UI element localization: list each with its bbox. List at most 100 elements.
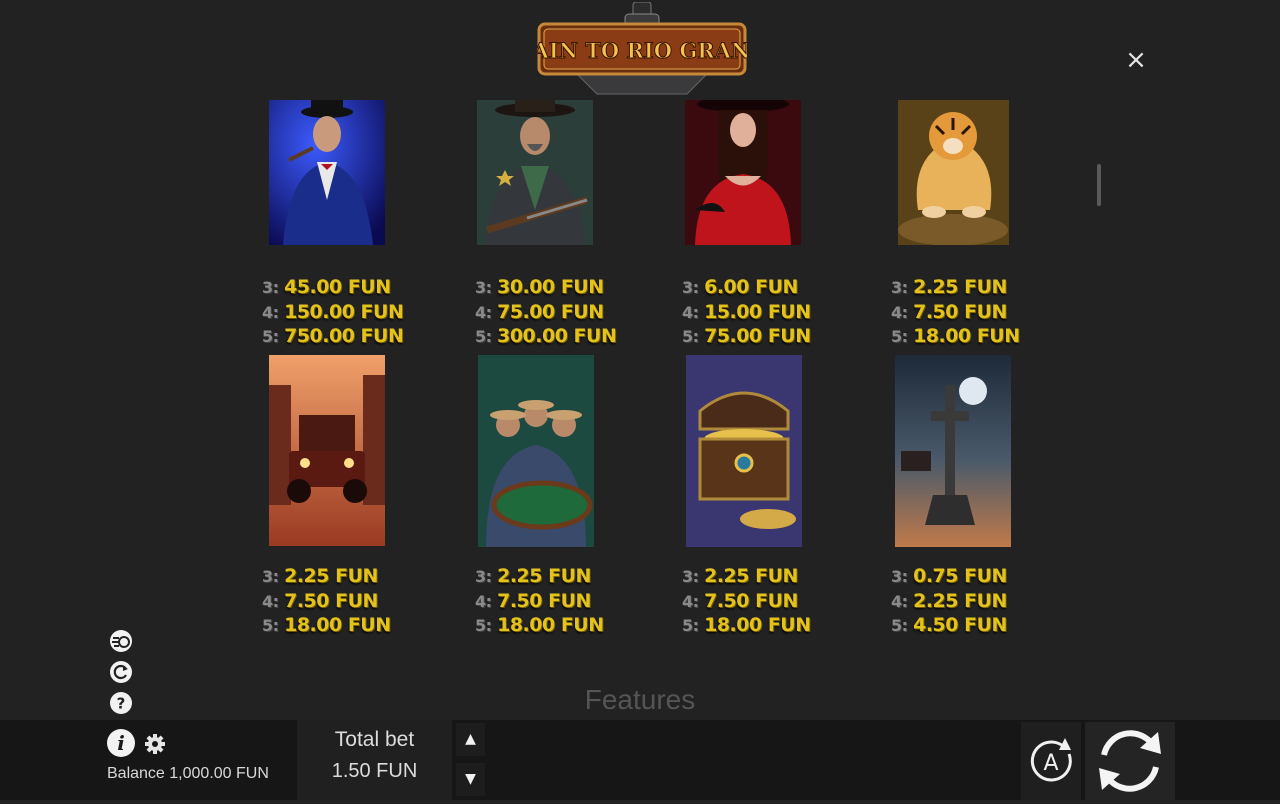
payouts-treasure-chest: 3: 2.25 FUN 4: 7.50 FUN 5: 18.00 FUN: [682, 564, 862, 638]
payout-count: 3:: [262, 567, 279, 586]
payouts-lady: 3: 6.00 FUN 4: 15.00 FUN 5: 75.00 FUN: [682, 275, 862, 349]
total-bet-value: 1.50 FUN: [331, 760, 418, 782]
payout-row: 4: 7.50 FUN: [475, 589, 655, 614]
payouts-gentleman: 3: 45.00 FUN 4: 150.00 FUN 5: 750.00 FUN: [262, 275, 442, 349]
payout-row: 3: 2.25 FUN: [262, 564, 442, 589]
autoplay-label: A: [1043, 751, 1058, 776]
payouts-tiger: 3: 2.25 FUN 4: 7.50 FUN 5: 18.00 FUN: [891, 275, 1071, 349]
payout-row: 5: 18.00 FUN: [682, 613, 862, 638]
payouts-grave-cross: 3: 0.75 FUN 4: 2.25 FUN 5: 4.50 FUN: [891, 564, 1071, 638]
payout-row: 5: 75.00 FUN: [682, 324, 862, 349]
payout-value: 300.00 FUN: [497, 325, 617, 347]
payout-count: 3:: [891, 567, 908, 586]
payout-value: 2.25 FUN: [704, 565, 798, 587]
payout-row: 3: 45.00 FUN: [262, 275, 442, 300]
payout-value: 18.00 FUN: [913, 325, 1020, 347]
symbol-grave-cross: [895, 355, 1011, 547]
payout-count: 3:: [475, 278, 492, 297]
payout-row: 5: 18.00 FUN: [262, 613, 442, 638]
close-button[interactable]: ×: [1124, 47, 1148, 73]
symbol-sheriff: [477, 100, 593, 245]
gear-icon[interactable]: [144, 733, 166, 755]
paytable[interactable]: 3: 45.00 FUN 4: 150.00 FUN 5: 750.00 FUN…: [200, 100, 1080, 720]
payout-count: 4:: [475, 591, 492, 611]
payout-value: 18.00 FUN: [497, 614, 604, 636]
symbol-car: [269, 355, 385, 546]
autoplay-button[interactable]: A: [1021, 722, 1081, 800]
svg-text:i: i: [117, 731, 125, 755]
payouts-poker-table: 3: 2.25 FUN 4: 7.50 FUN 5: 18.00 FUN: [475, 564, 655, 638]
payout-count: 3:: [682, 278, 699, 297]
payout-row: 4: 75.00 FUN: [475, 300, 655, 325]
speed-icon[interactable]: [109, 629, 133, 653]
payout-count: 5:: [891, 616, 908, 635]
spin-icon: [1099, 730, 1161, 792]
symbol-gentleman: [269, 100, 385, 245]
payout-row: 4: 7.50 FUN: [262, 589, 442, 614]
payout-count: 5:: [475, 327, 492, 346]
payout-row: 3: 2.25 FUN: [475, 564, 655, 589]
payout-row: 4: 2.25 FUN: [891, 589, 1071, 614]
payout-count: 4:: [682, 302, 699, 322]
payout-value: 2.25 FUN: [913, 589, 1007, 612]
payout-row: 4: 15.00 FUN: [682, 300, 862, 325]
spin-button[interactable]: [1085, 722, 1175, 800]
total-bet-label: Total bet: [334, 728, 415, 751]
bet-increase-button[interactable]: ▲: [456, 723, 485, 756]
payout-count: 5:: [475, 616, 492, 635]
symbol-lady: [685, 100, 801, 245]
symbol-poker-table: [478, 355, 594, 547]
payout-value: 0.75 FUN: [913, 565, 1007, 587]
payout-count: 5:: [682, 616, 699, 635]
info-icon[interactable]: i: [106, 728, 136, 758]
symbol-treasure-chest: [686, 355, 802, 547]
payout-count: 5:: [262, 616, 279, 635]
balance-label: Balance: [107, 765, 165, 782]
payout-row: 3: 2.25 FUN: [891, 275, 1071, 300]
symbol-tiger: [898, 100, 1009, 245]
payout-value: 7.50 FUN: [913, 300, 1007, 323]
payout-value: 4.50 FUN: [913, 614, 1007, 636]
svg-text:?: ?: [117, 695, 126, 713]
payout-row: 5: 18.00 FUN: [891, 324, 1071, 349]
payout-row: 4: 7.50 FUN: [682, 589, 862, 614]
payout-value: 2.25 FUN: [497, 565, 591, 587]
payout-count: 5:: [262, 327, 279, 346]
payout-value: 30.00 FUN: [497, 276, 604, 298]
payout-value: 7.50 FUN: [497, 589, 591, 612]
payout-row: 5: 750.00 FUN: [262, 324, 442, 349]
features-heading: Features: [584, 684, 696, 715]
payout-row: 4: 7.50 FUN: [891, 300, 1071, 325]
payout-count: 3:: [891, 278, 908, 297]
payout-count: 5:: [891, 327, 908, 346]
game-logo: TRAIN TO RIO GRANDE: [499, 1, 785, 98]
payout-value: 75.00 FUN: [704, 325, 811, 347]
balance: Balance 1,000.00 FUN: [107, 765, 269, 783]
balance-value: 1,000.00 FUN: [169, 765, 269, 782]
payout-value: 15.00 FUN: [704, 300, 811, 323]
payouts-car: 3: 2.25 FUN 4: 7.50 FUN 5: 18.00 FUN: [262, 564, 442, 638]
payout-value: 7.50 FUN: [704, 589, 798, 612]
payout-value: 150.00 FUN: [284, 300, 404, 323]
scrollbar[interactable]: [1097, 164, 1101, 206]
logo-text: TRAIN TO RIO GRANDE: [537, 38, 747, 63]
payout-count: 5:: [682, 327, 699, 346]
payout-row: 3: 2.25 FUN: [682, 564, 862, 589]
payout-value: 750.00 FUN: [284, 325, 404, 347]
payout-row: 3: 6.00 FUN: [682, 275, 862, 300]
payout-value: 18.00 FUN: [284, 614, 391, 636]
payout-row: 3: 30.00 FUN: [475, 275, 655, 300]
payouts-sheriff: 3: 30.00 FUN 4: 75.00 FUN 5: 300.00 FUN: [475, 275, 655, 349]
payout-count: 3:: [475, 567, 492, 586]
help-icon[interactable]: ?: [109, 691, 133, 715]
replay-icon[interactable]: [109, 660, 133, 684]
payout-row: 3: 0.75 FUN: [891, 564, 1071, 589]
payout-value: 18.00 FUN: [704, 614, 811, 636]
payout-count: 4:: [475, 302, 492, 322]
payout-value: 7.50 FUN: [284, 589, 378, 612]
payout-count: 3:: [262, 278, 279, 297]
bet-decrease-button[interactable]: ▼: [456, 763, 485, 796]
payout-count: 4:: [682, 591, 699, 611]
payout-count: 4:: [891, 591, 908, 611]
payout-count: 4:: [891, 302, 908, 322]
